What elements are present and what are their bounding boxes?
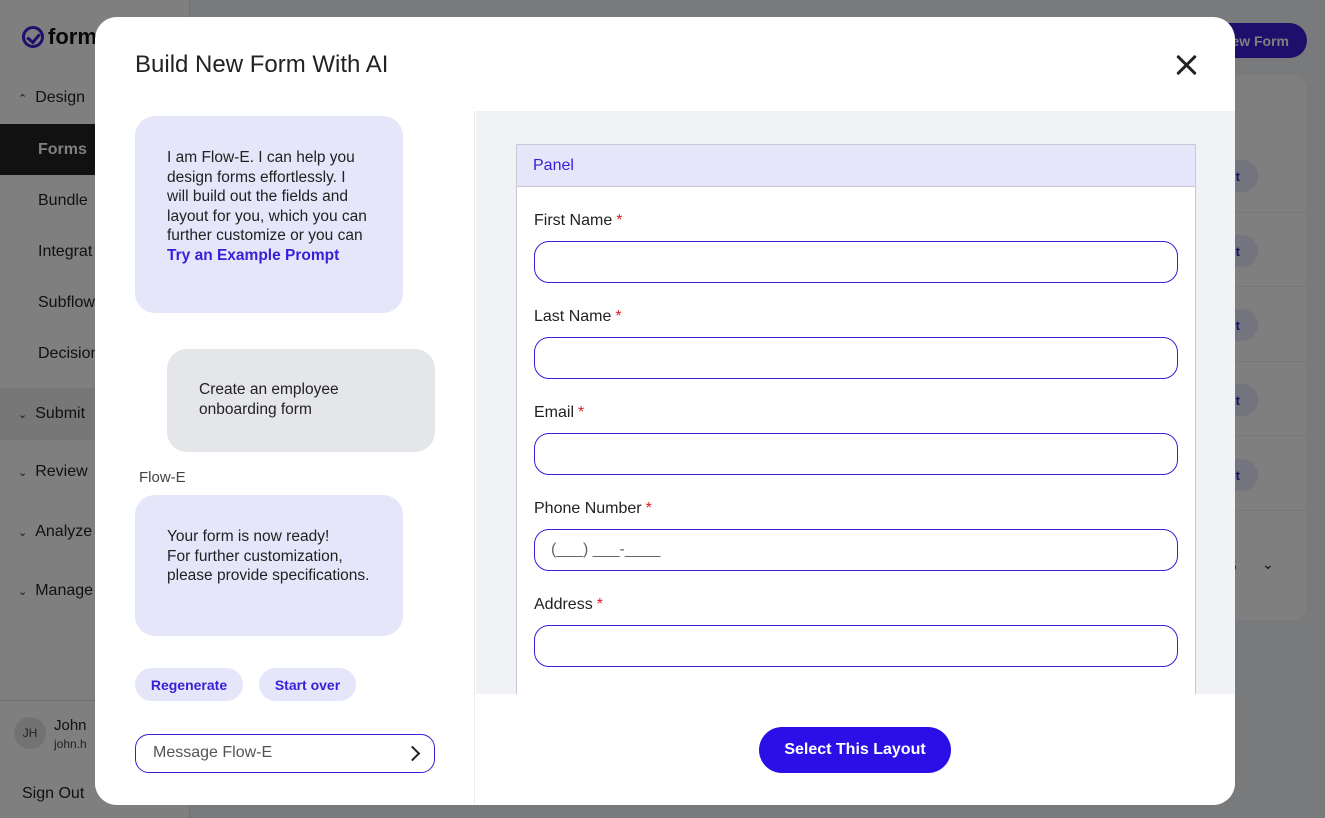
modal-header: Build New Form With AI (95, 17, 1235, 111)
required-asterisk: * (616, 212, 623, 229)
field-label-text: Last Name (534, 308, 612, 325)
field-label-text: Phone Number (534, 500, 642, 517)
address-input[interactable] (534, 625, 1178, 667)
chat-pane: I am Flow-E. I can help you design forms… (95, 111, 475, 805)
last-name-label: Last Name * (534, 308, 622, 326)
form-panel: Panel First Name * Last Name * Email * Phon… (516, 144, 1196, 694)
first-name-label: First Name * (534, 212, 622, 230)
ai-reply-line2: For further customization, please provid… (167, 547, 370, 585)
modal-footer: Select This Layout (476, 694, 1235, 805)
required-asterisk: * (596, 596, 603, 613)
try-example-prompt-link[interactable]: Try an Example Prompt (167, 247, 339, 264)
user-message: Create an employee onboarding form (167, 349, 435, 452)
required-asterisk: * (645, 500, 652, 517)
ai-message-intro: I am Flow-E. I can help you design forms… (135, 116, 403, 313)
build-form-ai-modal: Build New Form With AI I am Flow-E. I ca… (95, 17, 1235, 805)
field-label-text: Email (534, 404, 575, 421)
required-asterisk: * (615, 308, 622, 325)
send-arrow-icon[interactable] (404, 743, 426, 765)
select-layout-button[interactable]: Select This Layout (759, 727, 951, 773)
regenerate-button[interactable]: Regenerate (135, 668, 243, 701)
close-icon[interactable] (1171, 50, 1201, 80)
user-message-text: Create an employee onboarding form (199, 381, 339, 418)
ai-reply-line1: Your form is now ready! (167, 528, 330, 545)
form-preview-pane: Panel First Name * Last Name * Email * Phon… (476, 111, 1235, 694)
address-label: Address * (534, 596, 603, 614)
first-name-input[interactable] (534, 241, 1178, 283)
ai-message-reply: Your form is now ready! For further cust… (135, 495, 403, 636)
phone-number-input[interactable] (534, 529, 1178, 571)
phone-number-label: Phone Number * (534, 500, 652, 518)
start-over-button[interactable]: Start over (259, 668, 356, 701)
modal-title: Build New Form With AI (135, 51, 389, 78)
panel-title: Panel (517, 145, 1195, 187)
email-label: Email * (534, 404, 584, 422)
message-input-box (135, 734, 435, 773)
email-input[interactable] (534, 433, 1178, 475)
sender-label: Flow-E (139, 469, 186, 486)
ai-intro-text: I am Flow-E. I can help you design forms… (167, 149, 367, 244)
message-input[interactable] (153, 744, 393, 762)
field-label-text: First Name (534, 212, 613, 229)
field-label-text: Address (534, 596, 593, 613)
last-name-input[interactable] (534, 337, 1178, 379)
required-asterisk: * (578, 404, 585, 421)
